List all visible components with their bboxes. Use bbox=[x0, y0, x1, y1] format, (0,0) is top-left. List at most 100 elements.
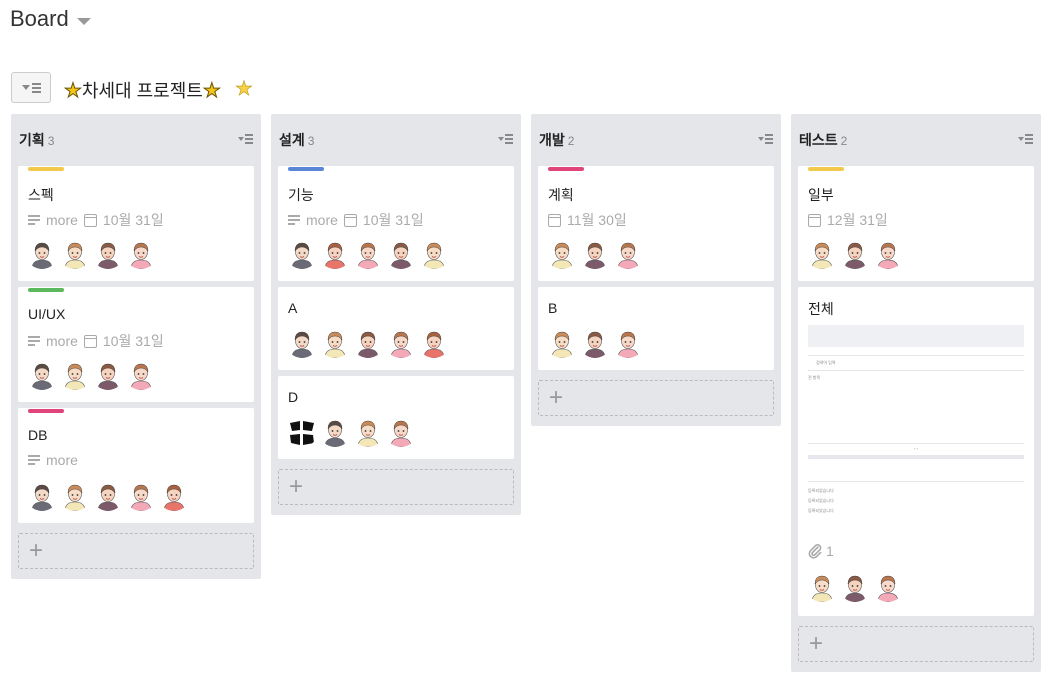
avatar[interactable] bbox=[352, 237, 384, 269]
avatar[interactable] bbox=[319, 237, 351, 269]
avatar[interactable] bbox=[385, 326, 417, 358]
card-members bbox=[806, 570, 904, 602]
avatar[interactable] bbox=[92, 479, 124, 511]
avatar[interactable] bbox=[385, 415, 417, 447]
description-icon bbox=[28, 455, 40, 465]
avatar[interactable] bbox=[158, 479, 190, 511]
avatar[interactable] bbox=[612, 237, 644, 269]
avatar[interactable] bbox=[352, 326, 384, 358]
add-card-button[interactable]: + bbox=[18, 533, 254, 569]
column-menu-button[interactable] bbox=[758, 134, 773, 144]
add-card-button[interactable]: + bbox=[278, 469, 514, 505]
card-desc: more bbox=[46, 212, 78, 228]
avatar[interactable] bbox=[59, 237, 91, 269]
avatar[interactable] bbox=[125, 237, 157, 269]
avatar[interactable] bbox=[92, 358, 124, 390]
avatar[interactable] bbox=[26, 237, 58, 269]
calendar-icon bbox=[83, 213, 97, 227]
column-menu-button[interactable] bbox=[1018, 134, 1033, 144]
avatar[interactable] bbox=[418, 237, 450, 269]
avatar[interactable] bbox=[806, 237, 838, 269]
avatar[interactable] bbox=[806, 570, 838, 602]
avatar[interactable] bbox=[385, 237, 417, 269]
card-spec[interactable]: 스펙 more 10월 31일 bbox=[18, 166, 254, 281]
card-desc: more bbox=[46, 333, 78, 349]
avatar[interactable] bbox=[839, 237, 871, 269]
avatar[interactable] bbox=[26, 479, 58, 511]
column-header: 개발 2 bbox=[531, 114, 781, 166]
list-icon bbox=[765, 134, 773, 144]
card-desc: more bbox=[306, 212, 338, 228]
list-icon bbox=[505, 134, 513, 144]
chevron-down-icon bbox=[76, 17, 91, 25]
avatar[interactable] bbox=[125, 358, 157, 390]
card-title: B bbox=[548, 300, 558, 316]
label-pink bbox=[548, 167, 584, 171]
board-title-dropdown[interactable]: Board bbox=[10, 6, 91, 32]
label-pink bbox=[28, 409, 64, 413]
add-card-button[interactable]: + bbox=[538, 380, 774, 416]
add-card-button[interactable]: + bbox=[798, 626, 1034, 662]
description-icon bbox=[28, 336, 40, 346]
favorite-star-icon[interactable]: ★ bbox=[235, 76, 254, 101]
card-meta: 12월 31일 bbox=[808, 210, 888, 230]
star-icon: ★ bbox=[64, 79, 83, 102]
column-menu-button[interactable] bbox=[498, 134, 513, 144]
avatar[interactable] bbox=[286, 415, 318, 447]
label-blue bbox=[288, 167, 324, 171]
card-members bbox=[286, 237, 450, 269]
avatar[interactable] bbox=[579, 326, 611, 358]
plus-icon: + bbox=[29, 537, 44, 564]
card-title: A bbox=[288, 300, 298, 316]
column-planning: 기획 3 스펙 more 10월 31일 UI/UX more 10월 31일 … bbox=[11, 114, 261, 579]
card-members bbox=[806, 237, 904, 269]
card-a[interactable]: A bbox=[278, 287, 514, 370]
column-development: 개발 2 계획 11월 30일 B + bbox=[531, 114, 781, 426]
avatar[interactable] bbox=[872, 237, 904, 269]
avatar[interactable] bbox=[546, 326, 578, 358]
avatar[interactable] bbox=[286, 237, 318, 269]
card-date: 10월 31일 bbox=[362, 212, 424, 228]
card-uiux[interactable]: UI/UX more 10월 31일 bbox=[18, 287, 254, 402]
column-count: 3 bbox=[307, 134, 315, 148]
avatar[interactable] bbox=[319, 326, 351, 358]
avatar[interactable] bbox=[839, 570, 871, 602]
avatar[interactable] bbox=[352, 415, 384, 447]
card-title: 계획 bbox=[548, 187, 574, 203]
card-d[interactable]: D bbox=[278, 376, 514, 459]
avatar[interactable] bbox=[92, 237, 124, 269]
attachment-count-text: 1 bbox=[826, 543, 834, 559]
avatar[interactable] bbox=[59, 479, 91, 511]
card-plan[interactable]: 계획 11월 30일 bbox=[538, 166, 774, 281]
label-yellow bbox=[808, 167, 844, 171]
star-icon: ★ bbox=[202, 79, 221, 102]
avatar[interactable] bbox=[26, 358, 58, 390]
card-meta: more 10월 31일 bbox=[28, 210, 164, 230]
avatar[interactable] bbox=[286, 326, 318, 358]
board-title: Board bbox=[10, 6, 69, 31]
card-db[interactable]: DB more bbox=[18, 408, 254, 523]
column-header: 기획 3 bbox=[11, 114, 261, 166]
avatar[interactable] bbox=[59, 358, 91, 390]
avatar[interactable] bbox=[612, 326, 644, 358]
label-yellow bbox=[28, 167, 64, 171]
card-partial[interactable]: 일부 12월 31일 bbox=[798, 166, 1034, 281]
column-count: 3 bbox=[47, 134, 55, 148]
card-date: 11월 30일 bbox=[567, 212, 627, 228]
column-menu-button[interactable] bbox=[238, 134, 253, 144]
card-b[interactable]: B bbox=[538, 287, 774, 370]
avatar[interactable] bbox=[579, 237, 611, 269]
avatar[interactable] bbox=[418, 326, 450, 358]
card-function[interactable]: 기능 more 10월 31일 bbox=[278, 166, 514, 281]
avatar[interactable] bbox=[319, 415, 351, 447]
card-title: 스펙 bbox=[28, 187, 54, 203]
card-title: D bbox=[288, 389, 299, 405]
avatar[interactable] bbox=[546, 237, 578, 269]
preview-text: 등록되었습니다 bbox=[808, 488, 834, 493]
avatar[interactable] bbox=[872, 570, 904, 602]
avatar[interactable] bbox=[125, 479, 157, 511]
card-full[interactable]: 전체 검색어 입력 전 항목 ‹ › 등록되었습니다 등록되었습니다 등록되었습… bbox=[798, 287, 1034, 616]
calendar-icon bbox=[808, 213, 821, 227]
filter-button[interactable] bbox=[11, 72, 51, 103]
card-members bbox=[286, 415, 417, 447]
